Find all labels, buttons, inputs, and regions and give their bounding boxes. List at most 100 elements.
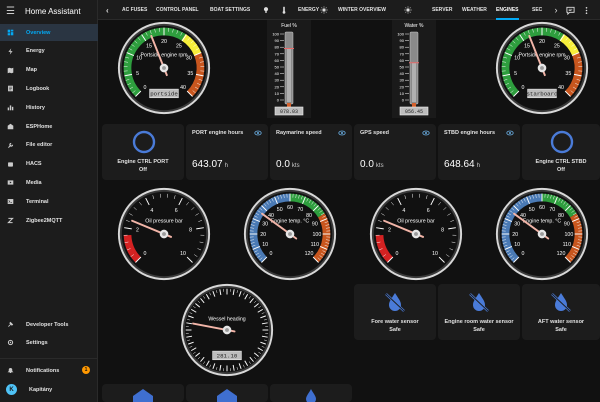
- engine-ctrl-port-label: Engine CTRL PORT: [117, 159, 169, 165]
- home-icon: [217, 389, 237, 402]
- sidebar-item-overview[interactable]: Overview: [0, 24, 98, 41]
- engine-room-water-sensor-card[interactable]: Engine room water sensor Safe: [438, 284, 520, 340]
- gauge-tick-label: 70: [549, 207, 555, 213]
- gauge-tick-label: 40: [558, 85, 564, 91]
- sidebar-item-label: Map: [26, 67, 37, 74]
- tab-lightbulb[interactable]: [262, 0, 270, 20]
- view-dashboard-icon: [6, 29, 14, 37]
- port-engine-hours-card[interactable]: PORT engine hours 643.07 h: [186, 124, 268, 180]
- sun-icon: [320, 6, 328, 14]
- tab-boat-settings[interactable]: BOAT SETTINGS: [210, 0, 250, 20]
- engine-ctrl-port-card[interactable]: Engine CTRL PORT Off: [102, 124, 184, 180]
- sidebar: ☰ Home Assistant Overview Energy Map Logboo…: [0, 0, 98, 402]
- engine-ctrl-stbd-state: Off: [557, 167, 565, 173]
- gauge-tick-label: 30: [262, 222, 268, 228]
- gauge-tick-label: 0: [522, 85, 525, 91]
- tab-engines[interactable]: ENGINES: [496, 0, 519, 20]
- chat-icon[interactable]: [564, 4, 576, 16]
- sidebar-item-file-editor[interactable]: File editor: [0, 137, 98, 154]
- raymarine-speed-card[interactable]: Raymarine speed 0.0 kts: [270, 124, 352, 180]
- sensor-label: Engine room water sensor: [444, 319, 514, 325]
- gauge-hub-center: [540, 232, 544, 236]
- sidebar-item-label: Developer Tools: [26, 321, 69, 328]
- sensor-state: Safe: [389, 327, 401, 333]
- aft-water-sensor-card[interactable]: AFT water sensor Safe: [522, 284, 600, 340]
- bottom-card-3[interactable]: [270, 384, 352, 402]
- gauge-readout: starboard: [526, 90, 557, 97]
- eye-icon: [338, 130, 346, 136]
- engine-ctrl-stbd-card[interactable]: Engine CTRL STBD Off: [522, 124, 600, 180]
- notification-badge: 1: [82, 366, 90, 374]
- sidebar-item-logbook[interactable]: Logbook: [0, 80, 98, 97]
- sidebar-item-label: ESPHome: [26, 123, 53, 130]
- sidebar-item-map[interactable]: Map: [0, 62, 98, 79]
- thermo-tick-label: 90: [400, 38, 405, 43]
- chevron-right-icon[interactable]: ›: [550, 4, 562, 16]
- gauge-tick-label: 40: [180, 85, 186, 91]
- sensor-state: Safe: [555, 327, 567, 333]
- sidebar-item-media[interactable]: Media: [0, 174, 98, 191]
- gauge-tick-label: 6: [175, 208, 178, 214]
- sidebar-item-esphome[interactable]: ESPHome: [0, 118, 98, 135]
- stat-value: 0.0 kts: [360, 159, 384, 170]
- thermo-tick-label: 20: [275, 84, 280, 89]
- tab-weather[interactable]: WEATHER: [462, 0, 487, 20]
- gauge-tick-label: 4: [402, 208, 405, 214]
- gps-speed-card[interactable]: GPS speed 0.0 kts: [354, 124, 436, 180]
- tab-ac-fuses[interactable]: AC FUSES: [122, 0, 147, 20]
- tab-sec[interactable]: SEC: [532, 0, 542, 20]
- tab-winter-overview[interactable]: WINTER OVERVIEW: [338, 0, 386, 20]
- tab-server[interactable]: SERVER: [432, 0, 452, 20]
- gauge-tick-label: 0: [144, 251, 147, 257]
- tab-thermometer[interactable]: [280, 0, 288, 20]
- gauge-tick-label: 10: [180, 251, 186, 257]
- sensor-label: AFT water sensor: [537, 319, 585, 325]
- sidebar-item-settings[interactable]: Settings: [0, 334, 98, 351]
- gauge-tick-label: 2: [136, 228, 139, 234]
- thermo-tick-label: 10: [275, 91, 280, 96]
- sidebar-item-hacs[interactable]: HACS: [0, 156, 98, 173]
- water-level-gauge: Water %1009080706050403020100056.45: [392, 20, 436, 118]
- thermo-tick-label: 50: [400, 65, 405, 70]
- eye-icon: [506, 130, 514, 136]
- logbook-icon: [6, 85, 14, 93]
- bottom-card-2[interactable]: [186, 384, 268, 402]
- gauge-tick-label: 8: [189, 228, 192, 234]
- sidebar-item-terminal[interactable]: Terminal: [0, 193, 98, 210]
- thermo-tick-label: 50: [275, 65, 280, 70]
- gauge-tick-label: 20: [260, 232, 266, 238]
- thermo-tick-label: 60: [275, 58, 280, 63]
- tab-control-panel[interactable]: CONTROL PANEL: [156, 0, 199, 20]
- tab-sun[interactable]: [320, 0, 328, 20]
- tab-energy[interactable]: ENERGY: [298, 0, 319, 20]
- vessel-heading-gauge: Wessel heading 281.10: [180, 283, 274, 377]
- sidebar-item-zigbee2mqtt[interactable]: Zigbee2MQTT: [0, 212, 98, 229]
- sidebar-divider: [0, 358, 98, 359]
- chevron-left-icon[interactable]: ‹: [106, 0, 109, 20]
- gear-icon: [6, 339, 14, 347]
- stbd-engine-hours-card[interactable]: STBD engine hours 648.64 h: [438, 124, 520, 180]
- gauge-tick-label: 30: [514, 222, 520, 228]
- gauge-tick-label: 5: [136, 71, 139, 77]
- sidebar-item-history[interactable]: History: [0, 99, 98, 116]
- terminal-icon: [6, 198, 14, 206]
- thermo-title: Fuel %: [281, 23, 297, 29]
- sidebar-item-energy[interactable]: Energy: [0, 43, 98, 60]
- gauge-readout: 281.10: [217, 352, 238, 359]
- sidebar-item-label: Settings: [26, 339, 48, 346]
- tab-weather[interactable]: [404, 0, 412, 20]
- sidebar-item-developer-tools[interactable]: Developer Tools: [0, 316, 98, 333]
- sidebar-item-profile[interactable]: K Kapitány: [0, 381, 98, 398]
- gauge-tick-label: 8: [441, 228, 444, 234]
- thermo-tick-label: 70: [275, 51, 280, 56]
- sun-icon: [404, 6, 412, 14]
- gauge-tick-label: 2: [388, 228, 391, 234]
- bottom-card-1[interactable]: [102, 384, 184, 402]
- sidebar-item-label: Terminal: [26, 198, 49, 205]
- thermo-tick-label: 40: [400, 71, 405, 76]
- gauge-tick-label: 100: [564, 232, 573, 238]
- menu-icon[interactable]: ☰: [6, 6, 15, 17]
- gauge-label: Oil pressure bar: [145, 218, 183, 224]
- fore-water-sensor-card[interactable]: Fore water sensor Safe: [354, 284, 436, 340]
- more-vertical-icon[interactable]: [580, 4, 592, 16]
